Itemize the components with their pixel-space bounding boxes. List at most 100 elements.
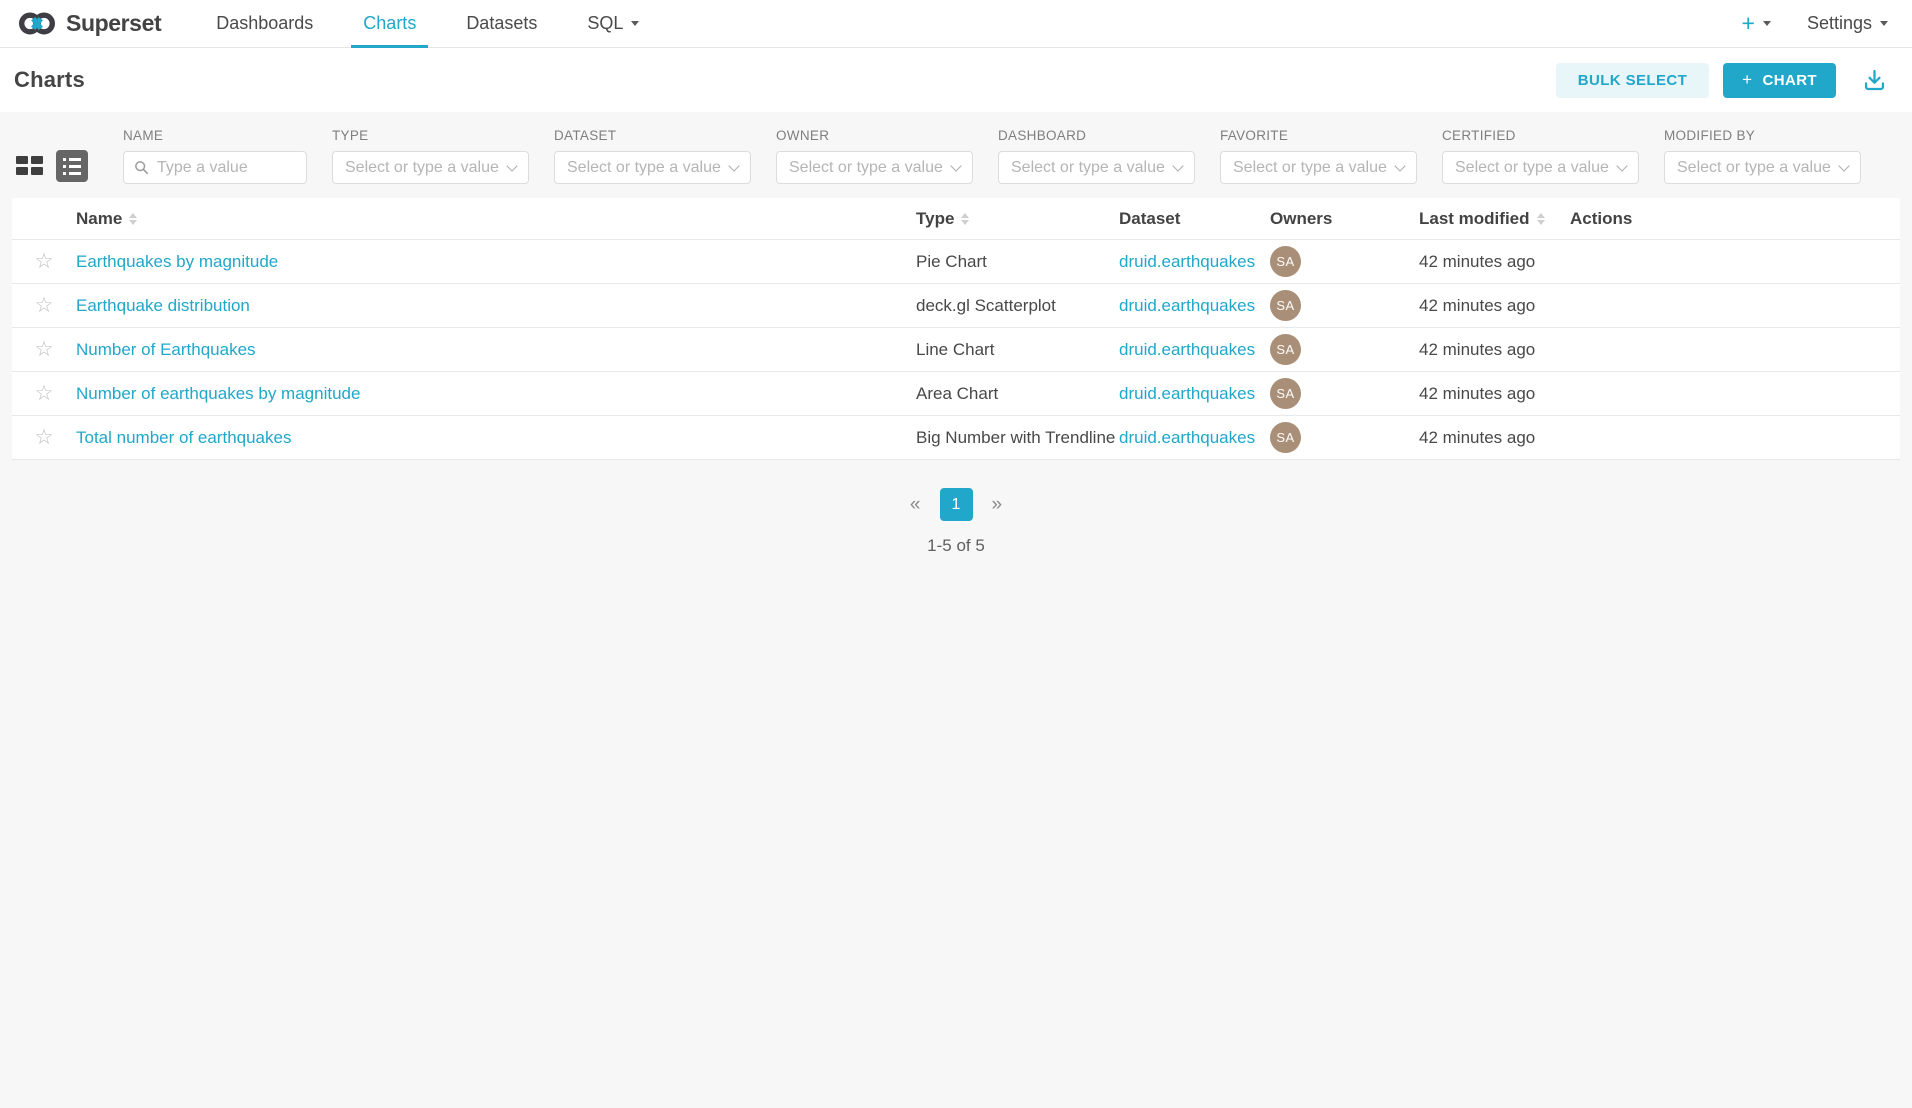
nav-item-label: SQL — [587, 13, 623, 34]
nav-item[interactable]: Dashboards — [191, 0, 338, 47]
last-modified: 42 minutes ago — [1419, 252, 1570, 272]
favorite-star-icon[interactable]: ☆ — [35, 251, 54, 272]
dataset-link[interactable]: druid.earthquakes — [1119, 384, 1255, 403]
sort-icon — [961, 213, 969, 225]
plus-icon: + — [1742, 12, 1755, 35]
column-header[interactable]: Name — [76, 209, 916, 229]
pagination: « 1 » — [0, 488, 1912, 521]
nav-item[interactable]: Charts — [338, 0, 441, 47]
superset-logo[interactable]: Superset — [17, 0, 161, 47]
chart-name-link[interactable]: Number of Earthquakes — [76, 340, 256, 359]
filter-bar: NAME Type a value TYPE — [0, 112, 1912, 184]
nav-item[interactable]: Datasets — [441, 0, 562, 47]
chart-name-link[interactable]: Number of earthquakes by magnitude — [76, 384, 360, 403]
new-item-menu[interactable]: + — [1742, 12, 1771, 35]
filter-placeholder: Select or type a value — [345, 159, 502, 177]
chevron-down-icon — [1172, 160, 1183, 171]
filter-control[interactable]: Select or type a value — [776, 151, 973, 184]
filter-control[interactable]: Select or type a value — [1664, 151, 1861, 184]
next-page-button[interactable]: » — [987, 494, 1008, 516]
page-title: Charts — [14, 67, 85, 93]
filter-label: DATASET — [554, 128, 751, 143]
dataset-link[interactable]: druid.earthquakes — [1119, 428, 1255, 447]
settings-menu[interactable]: Settings — [1807, 13, 1888, 34]
chevron-down-icon — [1394, 160, 1405, 171]
column-header[interactable]: Dataset — [1119, 209, 1270, 229]
superset-logo-icon — [17, 10, 57, 37]
filter-control[interactable]: Type a value — [123, 151, 307, 184]
owner-avatar[interactable]: SA — [1270, 290, 1301, 321]
filter-placeholder: Select or type a value — [1455, 159, 1612, 177]
dataset-cell: druid.earthquakes — [1119, 296, 1270, 316]
favorite-cell: ☆ — [12, 383, 76, 404]
column-header[interactable]: Last modified — [1419, 209, 1570, 229]
dataset-link[interactable]: druid.earthquakes — [1119, 340, 1255, 359]
filter-control[interactable]: Select or type a value — [1220, 151, 1417, 184]
column-header-label: Owners — [1270, 209, 1332, 229]
nav-right: + Settings — [1742, 0, 1888, 47]
owners-cell: SA — [1270, 334, 1419, 365]
column-header-label: Actions — [1570, 209, 1632, 229]
favorite-star-icon[interactable]: ☆ — [35, 427, 54, 448]
filter-group: DATASET Select or type a value — [554, 128, 751, 184]
caret-down-icon — [631, 21, 639, 26]
owner-avatar[interactable]: SA — [1270, 422, 1301, 453]
chevron-down-icon — [1616, 160, 1627, 171]
page-header: Charts BULK SELECT + CHART — [0, 48, 1912, 112]
chevron-down-icon — [506, 160, 517, 171]
nav-item[interactable]: SQL — [562, 0, 664, 47]
last-modified: 42 minutes ago — [1419, 428, 1570, 448]
owner-avatar[interactable]: SA — [1270, 334, 1301, 365]
favorite-star-icon[interactable]: ☆ — [35, 339, 54, 360]
nav-item-label: Charts — [363, 13, 416, 34]
search-icon — [134, 160, 149, 175]
download-icon — [1861, 67, 1888, 94]
chart-name-link[interactable]: Total number of earthquakes — [76, 428, 291, 447]
nav-item-label: Datasets — [466, 13, 537, 34]
prev-page-button[interactable]: « — [905, 494, 926, 516]
column-header[interactable]: Type — [916, 209, 1119, 229]
name-cell: Total number of earthquakes — [76, 428, 916, 448]
plus-icon: + — [1742, 71, 1752, 88]
chart-name-link[interactable]: Earthquakes by magnitude — [76, 252, 278, 271]
table-body: ☆ Earthquakes by magnitude Pie Chart dru… — [12, 240, 1900, 460]
owner-avatar[interactable]: SA — [1270, 378, 1301, 409]
main-nav: Dashboards Charts Datasets SQL — [191, 0, 664, 47]
export-charts-button[interactable] — [1861, 67, 1888, 94]
filter-control[interactable]: Select or type a value — [998, 151, 1195, 184]
page-1-button[interactable]: 1 — [940, 488, 973, 521]
filter-control[interactable]: Select or type a value — [1442, 151, 1639, 184]
bulk-select-button[interactable]: BULK SELECT — [1556, 63, 1709, 98]
last-modified: 42 minutes ago — [1419, 340, 1570, 360]
filter-control[interactable]: Select or type a value — [554, 151, 751, 184]
filter-group: DASHBOARD Select or type a value — [998, 128, 1195, 184]
owners-cell: SA — [1270, 422, 1419, 453]
owners-cell: SA — [1270, 246, 1419, 277]
dataset-link[interactable]: druid.earthquakes — [1119, 252, 1255, 271]
dataset-link[interactable]: druid.earthquakes — [1119, 296, 1255, 315]
chevron-down-icon — [950, 160, 961, 171]
filter-group: OWNER Select or type a value — [776, 128, 973, 184]
add-chart-label: CHART — [1763, 72, 1818, 89]
card-view-icon[interactable] — [16, 156, 43, 175]
filter-label: CERTIFIED — [1442, 128, 1639, 143]
settings-label: Settings — [1807, 13, 1872, 34]
filter-search-input[interactable] — [157, 159, 296, 177]
caret-down-icon — [1763, 21, 1771, 26]
dataset-cell: druid.earthquakes — [1119, 384, 1270, 404]
favorite-cell: ☆ — [12, 339, 76, 360]
add-chart-button[interactable]: + CHART — [1723, 63, 1836, 98]
filter-placeholder: Select or type a value — [1677, 159, 1834, 177]
filter-control[interactable]: Select or type a value — [332, 151, 529, 184]
favorite-star-icon[interactable]: ☆ — [35, 383, 54, 404]
chart-name-link[interactable]: Earthquake distribution — [76, 296, 250, 315]
owner-avatar[interactable]: SA — [1270, 246, 1301, 277]
column-header[interactable]: Actions — [1570, 209, 1900, 229]
filter-placeholder: Select or type a value — [1233, 159, 1390, 177]
favorite-star-icon[interactable]: ☆ — [35, 295, 54, 316]
top-nav: Superset Dashboards Charts Datasets SQL — [0, 0, 1912, 48]
name-cell: Earthquake distribution — [76, 296, 916, 316]
list-view-icon[interactable] — [56, 150, 88, 182]
filter-placeholder: Select or type a value — [567, 159, 724, 177]
column-header[interactable]: Owners — [1270, 209, 1419, 229]
